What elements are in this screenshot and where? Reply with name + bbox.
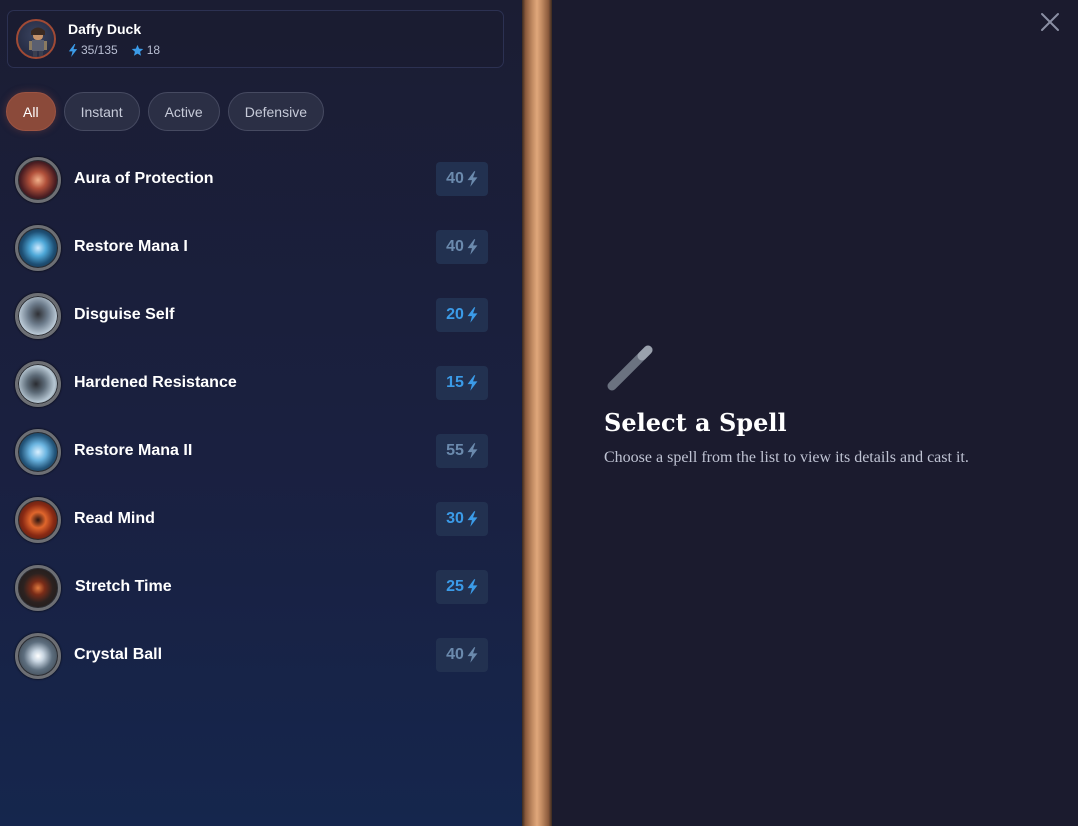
player-stats: 35/135 18 (68, 43, 160, 57)
detail-title: Select a Spell (604, 408, 787, 437)
filter-all[interactable]: All (6, 92, 56, 131)
spell-cost-badge: 20 (436, 298, 488, 332)
lightning-icon (467, 307, 478, 323)
lightning-icon (467, 375, 478, 391)
spell-cost-badge: 55 (436, 434, 488, 468)
mana-orb-icon (15, 429, 61, 475)
spell-cost-value: 30 (446, 510, 464, 527)
spell-name: Aura of Protection (74, 170, 214, 187)
lightning-icon (68, 43, 78, 57)
lightning-icon (467, 239, 478, 255)
spell-row-restore-mana-ii[interactable]: Restore Mana II 55 (0, 417, 522, 485)
spell-cost-badge: 30 (436, 502, 488, 536)
star-stat: 18 (131, 43, 160, 57)
spell-list-panel: Daffy Duck 35/135 18 All Instant Active … (0, 0, 522, 826)
spell-cost-value: 25 (446, 578, 464, 595)
energy-value: 35/135 (81, 43, 118, 57)
spell-detail-panel: Select a Spell Choose a spell from the l… (552, 0, 1078, 826)
spell-row-hardened-resistance[interactable]: Hardened Resistance 15 (0, 349, 522, 417)
spell-cost-value: 55 (446, 442, 464, 459)
spell-row-restore-mana-i[interactable]: Restore Mana I 40 (0, 213, 522, 281)
fire-triangle-icon (15, 497, 61, 543)
filter-defensive[interactable]: Defensive (227, 92, 324, 131)
spell-name: Restore Mana I (74, 238, 188, 255)
energy-stat: 35/135 (68, 43, 118, 57)
spell-cost-badge: 25 (436, 570, 488, 604)
hooded-figure-icon (15, 293, 61, 339)
spell-cost-value: 40 (446, 646, 464, 663)
spell-name: Restore Mana II (74, 442, 193, 459)
spell-name: Hardened Resistance (74, 374, 237, 391)
spell-row-read-mind[interactable]: Read Mind 30 (0, 485, 522, 553)
close-button[interactable] (1040, 12, 1060, 32)
spell-row-disguise-self[interactable]: Disguise Self 20 (0, 281, 522, 349)
spell-cost-badge: 40 (436, 638, 488, 672)
spell-filter-tabs: All Instant Active Defensive (6, 92, 332, 131)
spell-cost-value: 40 (446, 170, 464, 187)
detail-description: Choose a spell from the list to view its… (604, 449, 969, 466)
hourglass-icon (15, 565, 61, 611)
mana-orb-icon (15, 225, 61, 271)
spell-name: Stretch Time (75, 578, 172, 595)
player-name: Daffy Duck (68, 21, 142, 37)
spell-row-stretch-time[interactable]: Stretch Time 25 (0, 553, 522, 621)
aura-orb-icon (15, 157, 61, 203)
crystal-ball-icon (15, 633, 61, 679)
lightning-icon (467, 443, 478, 459)
spell-cost-value: 40 (446, 238, 464, 255)
lightning-icon (467, 511, 478, 527)
lightning-icon (467, 579, 478, 595)
empty-state: Select a Spell Choose a spell from the l… (604, 344, 969, 467)
star-icon (131, 44, 143, 56)
wand-icon (607, 345, 653, 391)
spell-cost-value: 20 (446, 306, 464, 323)
lightning-icon (467, 647, 478, 663)
close-icon (1041, 13, 1059, 31)
character-portrait-icon (16, 19, 56, 59)
filter-active[interactable]: Active (147, 92, 220, 131)
player-card: Daffy Duck 35/135 18 (7, 10, 504, 68)
spell-cost-badge: 40 (436, 162, 488, 196)
shield-swirl-icon (15, 361, 61, 407)
star-value: 18 (146, 43, 161, 57)
spell-cost-badge: 15 (436, 366, 488, 400)
spell-list: Aura of Protection 40 Restore Mana I 40 … (0, 145, 522, 689)
spell-cost-value: 15 (446, 374, 464, 391)
spell-name: Disguise Self (74, 306, 175, 323)
filter-instant[interactable]: Instant (63, 92, 140, 131)
spell-cost-badge: 40 (436, 230, 488, 264)
spell-name: Crystal Ball (74, 646, 163, 663)
lightning-icon (467, 171, 478, 187)
panel-divider (522, 0, 552, 826)
spell-row-aura-of-protection[interactable]: Aura of Protection 40 (0, 145, 522, 213)
spell-name: Read Mind (74, 510, 155, 527)
spell-row-crystal-ball[interactable]: Crystal Ball 40 (0, 621, 522, 689)
